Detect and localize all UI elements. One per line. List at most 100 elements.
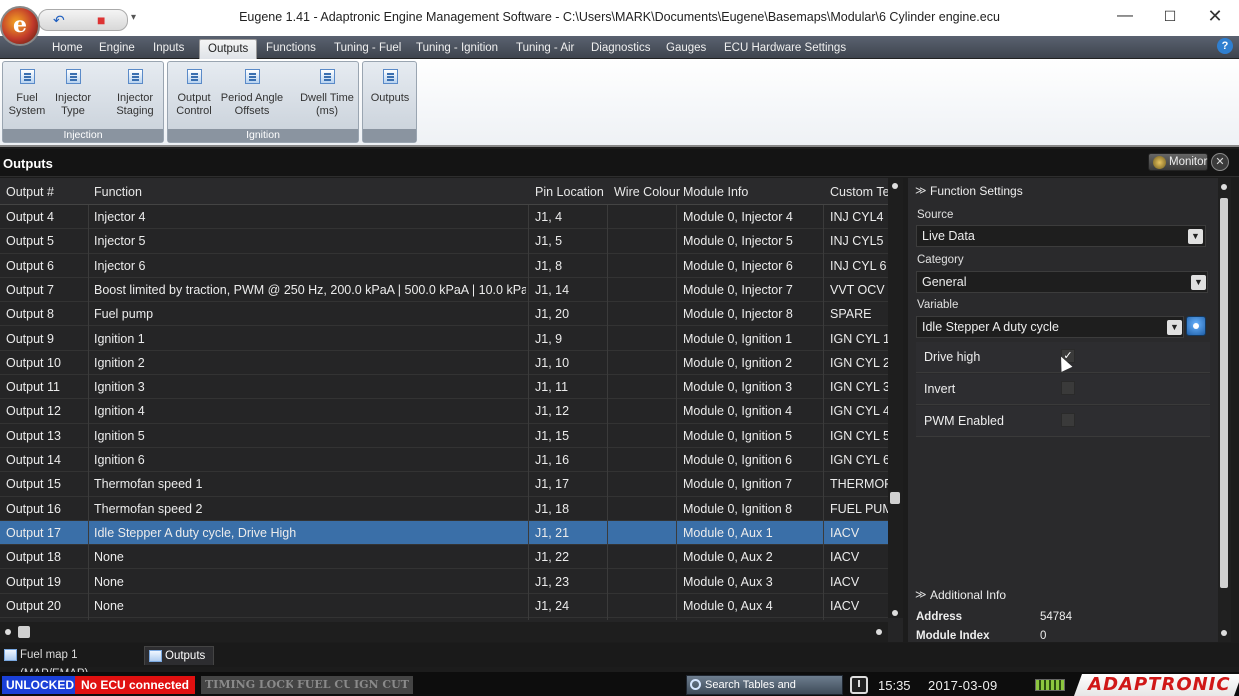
cell-function: Thermofan speed 1 <box>94 477 203 492</box>
tab-ecu-hardware-settings[interactable]: ECU Hardware Settings <box>716 39 854 59</box>
table-row[interactable]: Output 20 None J1, 24 Module 0, Aux 4 IACV <box>0 594 888 619</box>
monitor-button[interactable]: Monitor <box>1148 153 1208 171</box>
column-divider <box>528 205 529 620</box>
grid-horizontal-scrollbar[interactable] <box>0 622 888 642</box>
table-row[interactable]: Output 4 Injector 4 J1, 4 Module 0, Injecto… <box>0 205 888 230</box>
tab-tuning-air[interactable]: Tuning - Air <box>508 39 582 59</box>
table-row[interactable]: Output 13 Ignition 5 J1, 15 Module 0, Ignit… <box>0 424 888 448</box>
scrollbar-thumb[interactable] <box>1220 198 1228 588</box>
variable-select[interactable]: Idle Stepper A duty cycle ▼ <box>916 316 1184 338</box>
cell-output: Output 20 <box>6 598 61 613</box>
scrollbar-thumb[interactable] <box>890 492 900 504</box>
fuel-system-button[interactable]: Fuel System <box>7 66 47 117</box>
tab-inputs[interactable]: Inputs <box>145 39 192 59</box>
scroll-down-icon[interactable] <box>892 610 898 616</box>
minimize-button[interactable]: — <box>1110 6 1140 28</box>
period-angle-offsets-button[interactable]: Period Angle Offsets <box>218 66 286 117</box>
tab-home[interactable]: Home <box>44 39 91 59</box>
app-logo-icon[interactable]: e <box>0 6 40 46</box>
column-header-output[interactable]: Output # <box>6 185 54 199</box>
ecu-connection-badge[interactable]: No ECU connected <box>75 676 196 694</box>
table-row[interactable]: Output 15 Thermofan speed 1 J1, 17 Module 0… <box>0 472 888 497</box>
maximize-button[interactable]: ☐ <box>1155 6 1185 28</box>
chevron-down-icon[interactable]: ▼ <box>1191 275 1206 290</box>
table-row[interactable]: Output 6 Injector 6 J1, 8 Module 0, Injecto… <box>0 254 888 278</box>
module-index-label: Module Index <box>916 630 990 642</box>
injector-staging-button[interactable]: Injector Staging <box>111 66 159 117</box>
cell-pin-location: J1, 20 <box>535 307 570 322</box>
table-row[interactable]: Output 7 Boost limited by traction, PWM @… <box>0 278 888 303</box>
table-row[interactable]: Output 9 Ignition 1 J1, 9 Module 0, Ignitio… <box>0 327 888 351</box>
table-row[interactable]: Output 10 Ignition 2 J1, 10 Module 0, Ignit… <box>0 351 888 376</box>
document-tab-bar: Fuel map 1 (MAP/EMAP) Outputs <box>0 643 1239 680</box>
table-row[interactable]: Output 14 Ignition 6 J1, 16 Module 0, Ignit… <box>0 448 888 473</box>
tab-functions[interactable]: Functions <box>258 39 324 59</box>
table-row[interactable]: Output 19 None J1, 23 Module 0, Aux 3 IACV <box>0 570 888 594</box>
ribbon-group-injection: Fuel System Injector Type Injector Stagi… <box>2 61 164 143</box>
doc-tab-outputs[interactable]: Outputs <box>144 646 214 665</box>
cell-function: Injector 4 <box>94 210 146 224</box>
column-header-function[interactable]: Function <box>94 185 142 199</box>
table-row[interactable]: Output 8 Fuel pump J1, 20 Module 0, Injecto… <box>0 302 888 327</box>
scroll-left-icon[interactable] <box>5 629 11 635</box>
settings-vertical-scrollbar[interactable] <box>1218 178 1231 642</box>
cell-module-info: Module 0, Ignition 4 <box>683 404 793 419</box>
function-settings-pane: ≫ Function Settings Source Live Data ▼ C… <box>908 178 1231 642</box>
ign-cut-badge: IGN CUT <box>350 676 413 694</box>
tab-tuning-fuel[interactable]: Tuning - Fuel <box>326 39 409 59</box>
cell-function: Ignition 6 <box>94 453 145 467</box>
table-icon <box>149 650 162 662</box>
column-header-module-info[interactable]: Module Info <box>683 185 748 199</box>
help-icon[interactable]: ? <box>1217 38 1233 54</box>
ribbon-group-outputs: Outputs <box>362 61 417 143</box>
scroll-down-icon[interactable] <box>1221 630 1227 636</box>
source-select[interactable]: Live Data ▼ <box>916 225 1206 247</box>
pwm-enabled-checkbox[interactable] <box>1061 413 1075 427</box>
variable-browse-icon[interactable] <box>1186 316 1206 336</box>
category-select[interactable]: General ▼ <box>916 271 1208 293</box>
table-row[interactable]: Output 12 Ignition 4 J1, 12 Module 0, Ignit… <box>0 399 888 424</box>
unlocked-badge[interactable]: UNLOCKED <box>2 676 78 694</box>
dwell-time-button[interactable]: Dwell Time (ms) <box>296 66 358 117</box>
doc-tab-fuel-map[interactable]: Fuel map 1 (MAP/EMAP) <box>0 646 142 680</box>
cell-module-info: Module 0, Ignition 2 <box>683 355 793 370</box>
table-row[interactable]: Output 16 Thermofan speed 2 J1, 18 Module 0… <box>0 497 888 521</box>
injector-type-button[interactable]: Injector Type <box>51 66 95 117</box>
variable-value: Idle Stepper A duty cycle <box>922 320 1059 334</box>
cell-output: Output 19 <box>6 574 61 589</box>
column-divider <box>607 205 608 620</box>
cell-custom-text: SPARE <box>830 307 872 322</box>
tab-engine[interactable]: Engine <box>91 39 143 59</box>
scroll-up-icon[interactable] <box>892 183 898 189</box>
column-header-pin-location[interactable]: Pin Location <box>535 185 604 199</box>
table-row[interactable]: Output 5 Injector 5 J1, 5 Module 0, Injecto… <box>0 229 888 254</box>
tab-diagnostics[interactable]: Diagnostics <box>583 39 658 59</box>
table-row[interactable]: Output 17 Idle Stepper A duty cycle, Driv… <box>0 520 888 546</box>
grid-vertical-scrollbar[interactable] <box>888 178 903 618</box>
column-header-wire-colour[interactable]: Wire Colour <box>614 185 680 199</box>
cell-module-info: Module 0, Aux 1 <box>683 525 773 540</box>
tab-tuning-ignition[interactable]: Tuning - Ignition <box>408 39 506 59</box>
chevron-down-icon[interactable]: ▼ <box>1188 229 1203 244</box>
table-row[interactable]: Output 18 None J1, 22 Module 0, Aux 2 IACV <box>0 545 888 570</box>
function-settings-header[interactable]: ≫ Function Settings <box>908 179 1218 203</box>
close-panel-icon[interactable]: ✕ <box>1211 153 1229 171</box>
tab-outputs[interactable]: Outputs <box>199 39 258 59</box>
cell-pin-location: J1, 21 <box>535 525 570 540</box>
table-row[interactable]: Output 11 Ignition 3 J1, 11 Module 0, Ignit… <box>0 375 888 400</box>
additional-info-header[interactable]: ≫ Additional Info <box>908 583 1218 607</box>
close-button[interactable]: ✕ <box>1200 6 1230 28</box>
cell-output: Output 13 <box>6 428 61 443</box>
output-control-button[interactable]: Output Control <box>172 66 216 117</box>
scrollbar-thumb[interactable] <box>18 626 30 638</box>
chevron-down-icon[interactable]: ▼ <box>1167 320 1182 335</box>
scroll-right-icon[interactable] <box>876 629 882 635</box>
invert-checkbox[interactable] <box>1061 381 1075 395</box>
column-header-custom-text[interactable]: Custom Te <box>830 185 888 199</box>
search-tables-button[interactable]: Search Tables and Functions <box>686 675 843 695</box>
tab-gauges[interactable]: Gauges <box>658 39 714 59</box>
invert-option: Invert <box>916 374 1210 405</box>
cell-pin-location: J1, 11 <box>535 380 569 395</box>
scroll-up-icon[interactable] <box>1221 184 1227 190</box>
outputs-button[interactable]: Outputs <box>366 66 414 105</box>
